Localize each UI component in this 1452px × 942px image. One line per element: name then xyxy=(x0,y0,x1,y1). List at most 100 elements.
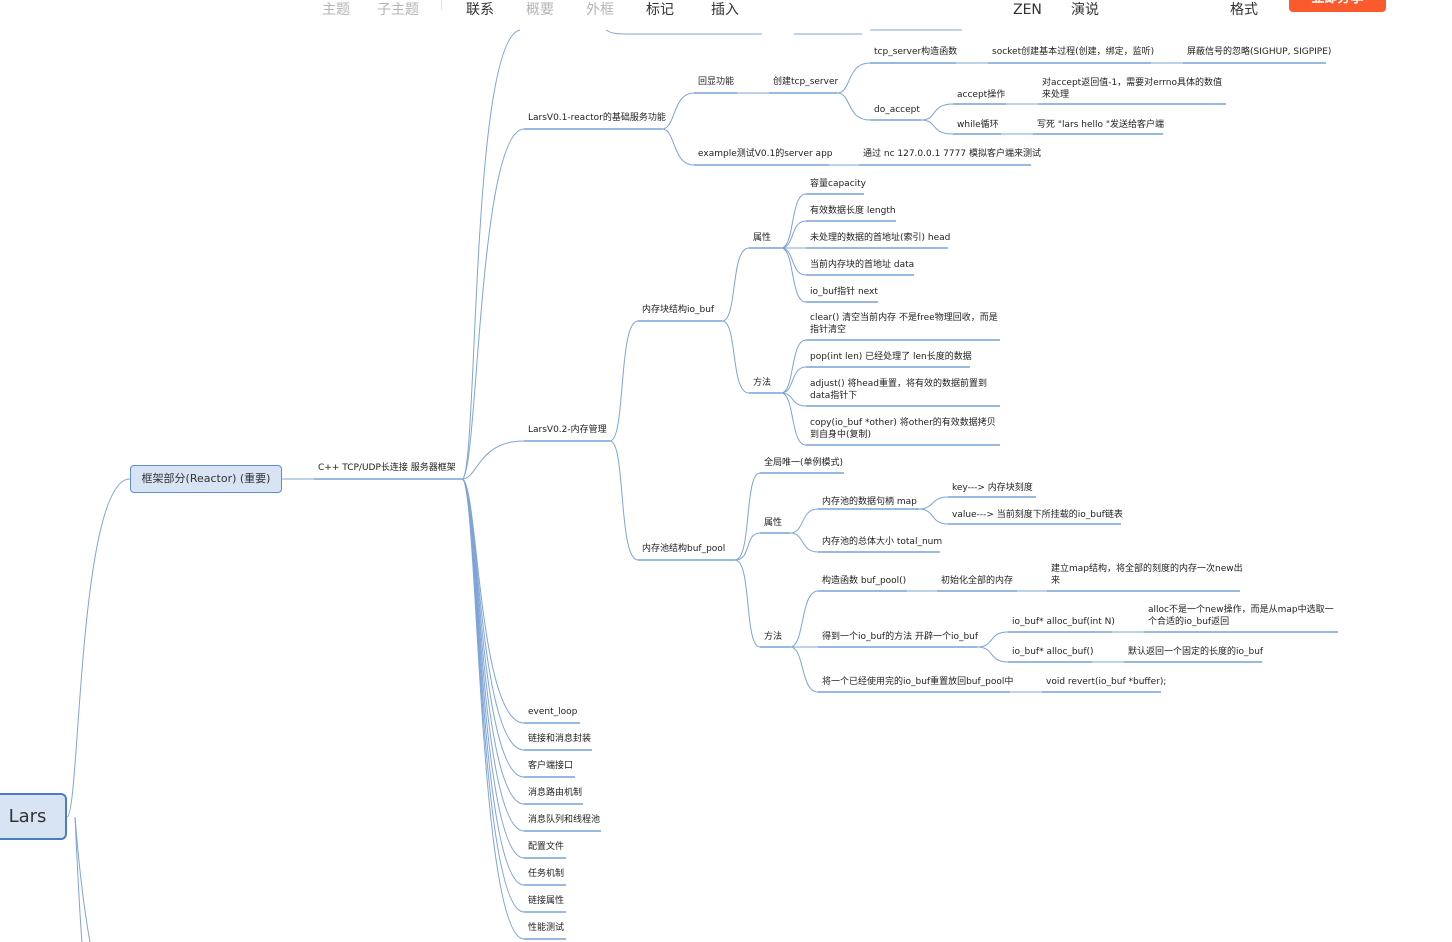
connector-pmeth-ctor xyxy=(789,590,819,648)
mindmap-canvas[interactable]: Lars 框架部分(Reactor) (重要) C++ TCP/UDP长连接 服… xyxy=(0,0,1452,942)
connector-v02-iobuf xyxy=(609,320,639,442)
node-v01[interactable]: LarsV0.1-reactor的基础服务功能 xyxy=(528,112,666,124)
connector-get-default xyxy=(976,646,1009,663)
node-get-io-buf[interactable]: 得到一个io_buf的方法 开辟一个io_buf xyxy=(822,631,978,643)
toolbar-marker[interactable]: 标记 xyxy=(646,1,674,19)
connector-create-ctor xyxy=(836,62,871,94)
node-revert-desc[interactable]: 将一个已经使用完的io_buf重置放回buf_pool中 xyxy=(822,676,1013,688)
toolbar-subtopic[interactable]: 子主题 xyxy=(377,1,419,19)
node-buf-pool[interactable]: 内存池结构buf_pool xyxy=(642,543,725,555)
node-pool-map[interactable]: 内存池的数据句柄 map xyxy=(822,496,917,508)
node-connection-message[interactable]: 链接和消息封装 xyxy=(528,733,591,745)
connector-attr-4 xyxy=(780,247,807,276)
toolbar-topic[interactable]: 主题 xyxy=(322,1,350,19)
node-create-tcp-server[interactable]: 创建tcp_server xyxy=(773,76,838,88)
node-io-buf-attrs[interactable]: 属性 xyxy=(753,232,771,244)
node-pool-ctor[interactable]: 构造函数 buf_pool() xyxy=(822,575,906,587)
node-framework[interactable]: 框架部分(Reactor) (重要) xyxy=(130,465,282,493)
toolbar-format[interactable]: 格式 xyxy=(1230,1,1258,19)
node-v02[interactable]: LarsV0.2-内存管理 xyxy=(528,424,607,436)
node-io-buf[interactable]: 内存块结构io_buf xyxy=(642,304,714,316)
connector-map-value xyxy=(918,508,949,525)
node-alloc-buf-default-desc[interactable]: 默认返回一个固定的长度的io_buf xyxy=(1128,646,1263,658)
node-signal-ignore[interactable]: 屏蔽信号的忽略(SIGHUP, SIGPIPE) xyxy=(1187,46,1331,58)
share-button[interactable]: 立即分享 xyxy=(1289,0,1386,12)
node-example-app[interactable]: example测试V0.1的server app xyxy=(698,148,833,160)
connector-server-v01 xyxy=(461,128,525,480)
toolbar-relationship[interactable]: 联系 xyxy=(466,1,494,19)
node-nc-test[interactable]: 通过 nc 127.0.0.1 7777 模拟客户端来测试 xyxy=(863,148,1041,160)
node-server[interactable]: C++ TCP/UDP长连接 服务器框架 xyxy=(318,462,456,474)
connector-pool-attrs xyxy=(734,532,761,561)
connector-method-1 xyxy=(780,339,807,394)
connector-iobuf-attrs xyxy=(721,247,750,322)
connector-pattr-total xyxy=(789,532,819,553)
connector-server-v02 xyxy=(461,440,525,480)
connector-attr-5 xyxy=(780,247,807,303)
root-node-lars[interactable]: Lars xyxy=(0,793,67,840)
connector-root-down-2 xyxy=(74,816,91,942)
node-init-memory[interactable]: 初始化全部的内存 xyxy=(941,575,1013,587)
connector-iobuf-methods xyxy=(721,320,750,394)
node-message-routing[interactable]: 消息路由机制 xyxy=(528,787,582,799)
toolbar-present[interactable]: 演说 xyxy=(1071,1,1099,19)
connector-pmeth-revert xyxy=(789,646,819,693)
node-data[interactable]: 当前内存块的首地址 data xyxy=(810,259,914,271)
node-alloc-buf-default[interactable]: io_buf* alloc_buf() xyxy=(1012,646,1094,658)
node-do-accept[interactable]: do_accept xyxy=(874,104,920,116)
node-echo[interactable]: 回显功能 xyxy=(698,76,734,88)
node-tcp-server-ctor[interactable]: tcp_server构造函数 xyxy=(874,46,957,58)
connector-pattr-map xyxy=(789,508,819,534)
top-toolbar: 主题 子主题 联系 概要 外框 标记 插入 ZEN 演说 格式 立即分享 xyxy=(0,0,1452,22)
node-singleton[interactable]: 全局唯一(单例模式) xyxy=(764,457,843,469)
node-map-key[interactable]: key---> 内存块刻度 xyxy=(952,482,1033,494)
node-event-loop[interactable]: event_loop xyxy=(528,706,577,718)
node-lars-hello[interactable]: 写死 "lars hello "发送给客户端 xyxy=(1037,119,1164,131)
node-pool-methods[interactable]: 方法 xyxy=(764,631,782,643)
node-while-loop[interactable]: while循环 xyxy=(957,119,999,131)
connector-pool-methods xyxy=(734,559,761,648)
node-adjust[interactable]: adjust() 将head重置，将有效的数据前置到data指针下 xyxy=(810,378,1002,402)
toolbar-divider xyxy=(441,0,442,10)
connector-v02-pool xyxy=(609,440,639,561)
connector-server-top xyxy=(461,29,521,480)
node-config-file[interactable]: 配置文件 xyxy=(528,841,564,853)
node-length[interactable]: 有效数据长度 length xyxy=(810,205,896,217)
connector-method-2 xyxy=(780,366,807,394)
node-connection-attrs[interactable]: 链接属性 xyxy=(528,895,564,907)
connector-root-framework xyxy=(66,478,131,818)
node-queue-threadpool[interactable]: 消息队列和线程池 xyxy=(528,814,600,826)
node-copy[interactable]: copy(io_buf *other) 将other的有效数据拷贝到自身中(复制… xyxy=(810,417,1002,441)
toolbar-zen[interactable]: ZEN xyxy=(1013,1,1042,19)
node-total-num[interactable]: 内存池的总体大小 total_num xyxy=(822,536,942,548)
node-task-mechanism[interactable]: 任务机制 xyxy=(528,868,564,880)
node-build-map[interactable]: 建立map结构，将全部的刻度的内存一次new出来 xyxy=(1051,563,1243,587)
node-io-buf-methods[interactable]: 方法 xyxy=(753,377,771,389)
node-pop[interactable]: pop(int len) 已经处理了 len长度的数据 xyxy=(810,351,972,363)
node-performance-test[interactable]: 性能测试 xyxy=(528,922,564,934)
connector-attr-1 xyxy=(780,193,807,249)
connector-v01-echo xyxy=(661,92,695,130)
connector-map-key xyxy=(918,496,949,510)
node-accept-errno[interactable]: 对accept返回值-1，需要对errno具体的数值来处理 xyxy=(1042,77,1230,101)
node-map-value[interactable]: value---> 当前刻度下所挂载的io_buf链表 xyxy=(952,509,1123,521)
connector-top-fragment xyxy=(605,29,962,35)
connector-create-accept xyxy=(836,92,871,121)
node-revert[interactable]: void revert(io_buf *buffer); xyxy=(1046,676,1166,688)
node-accept-op[interactable]: accept操作 xyxy=(957,89,1005,101)
node-alloc-buf-n-desc[interactable]: alloc不是一个new操作，而是从map中选取一个合适的io_buf返回 xyxy=(1148,604,1342,628)
node-clear[interactable]: clear() 清空当前内存 不是free物理回收，而是指针清空 xyxy=(810,312,1002,336)
node-alloc-buf-n[interactable]: io_buf* alloc_buf(int N) xyxy=(1012,616,1115,628)
node-head[interactable]: 未处理的数据的首地址(索引) head xyxy=(810,232,950,244)
node-next[interactable]: io_buf指针 next xyxy=(810,286,878,298)
toolbar-summary[interactable]: 概要 xyxy=(526,1,554,19)
connector-get-alloc xyxy=(976,631,1009,648)
node-socket-steps[interactable]: socket创建基本过程(创建，绑定，监听) xyxy=(992,46,1154,58)
node-capacity[interactable]: 容量capacity xyxy=(810,178,866,190)
connector-doaccept-op xyxy=(920,103,954,121)
node-pool-attrs[interactable]: 属性 xyxy=(764,517,782,529)
toolbar-insert[interactable]: 插入 xyxy=(711,1,739,19)
connector-v01-example xyxy=(661,128,695,166)
toolbar-boundary[interactable]: 外框 xyxy=(586,1,614,19)
node-client-api[interactable]: 客户端接口 xyxy=(528,760,573,772)
